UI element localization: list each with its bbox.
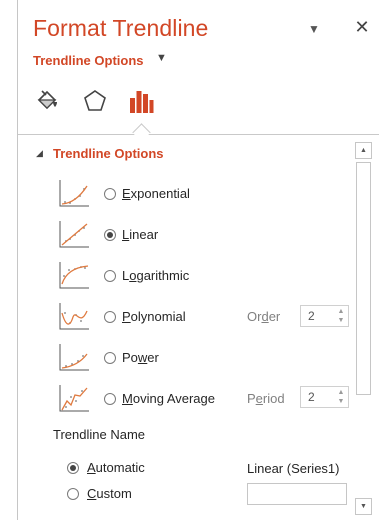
period-stepper[interactable]: 2 ▲ ▼: [300, 386, 349, 408]
option-logarithmic[interactable]: Logarithmic: [58, 260, 358, 292]
pane-title: Format Trendline: [33, 15, 209, 41]
label-linear: Linear: [122, 227, 159, 242]
linear-trend-icon: [59, 221, 89, 248]
options-dropdown-caret-icon[interactable]: ▼: [156, 52, 167, 64]
order-label: Order: [247, 309, 281, 324]
scroll-up-icon[interactable]: ▲: [355, 142, 372, 159]
pane-left-border: [17, 0, 18, 520]
custom-name-input[interactable]: [247, 483, 347, 505]
effects-pentagon-icon: [84, 90, 106, 111]
power-trend-icon: [59, 344, 89, 371]
order-stepper[interactable]: 2 ▲ ▼: [300, 305, 349, 327]
radio-custom[interactable]: [67, 488, 79, 500]
close-icon[interactable]: ✕: [352, 17, 372, 37]
label-exponential: Exponential: [122, 186, 190, 201]
options-dropdown-label[interactable]: Trendline Options: [33, 53, 144, 68]
trendline-options-icon: [130, 91, 154, 113]
section-collapse-icon[interactable]: ◢: [36, 148, 43, 159]
logarithmic-trend-icon: [59, 262, 89, 289]
radio-linear[interactable]: [104, 229, 116, 241]
pane-scrollbar[interactable]: ▲ ▼: [355, 142, 372, 515]
tab-fill-line[interactable]: [32, 86, 62, 116]
caret-down-icon[interactable]: ▼: [305, 20, 323, 38]
period-label: Period: [247, 391, 285, 406]
label-moving-average: Moving Average: [122, 391, 216, 406]
option-exponential[interactable]: Exponential: [58, 178, 358, 210]
tab-selection-notch: [132, 123, 151, 142]
radio-automatic[interactable]: [67, 462, 79, 474]
label-polynomial: Polynomial: [122, 309, 186, 324]
period-value: 2: [308, 390, 315, 404]
label-custom[interactable]: Custom: [87, 486, 132, 501]
option-linear[interactable]: Linear: [58, 219, 358, 251]
exponential-trend-icon: [59, 180, 89, 207]
format-trendline-pane: Format Trendline ▼ ✕ Trendline Options ▼…: [0, 0, 379, 520]
moving-average-trend-icon: [59, 385, 89, 412]
tab-divider: [18, 134, 379, 135]
scroll-thumb[interactable]: [356, 162, 371, 395]
scroll-down-icon[interactable]: ▼: [355, 498, 372, 515]
tab-effects[interactable]: [80, 86, 110, 116]
period-stepper-arrows-icon[interactable]: ▲ ▼: [337, 388, 345, 406]
radio-moving-average[interactable]: [104, 393, 116, 405]
option-power[interactable]: Power: [58, 342, 358, 374]
polynomial-trend-icon: [59, 303, 89, 330]
radio-power[interactable]: [104, 352, 116, 364]
order-stepper-arrows-icon[interactable]: ▲ ▼: [337, 307, 345, 325]
trendline-name-label: Trendline Name: [53, 427, 146, 442]
label-power: Power: [122, 350, 159, 365]
fill-line-icon: [37, 90, 57, 110]
radio-exponential[interactable]: [104, 188, 116, 200]
label-logarithmic: Logarithmic: [122, 268, 190, 283]
section-title[interactable]: Trendline Options: [53, 146, 164, 161]
radio-polynomial[interactable]: [104, 311, 116, 323]
label-automatic[interactable]: Automatic: [87, 460, 145, 475]
order-value: 2: [308, 309, 315, 323]
tab-trendline-options[interactable]: [126, 86, 156, 116]
automatic-name-value: Linear (Series1): [247, 461, 340, 476]
radio-logarithmic[interactable]: [104, 270, 116, 282]
